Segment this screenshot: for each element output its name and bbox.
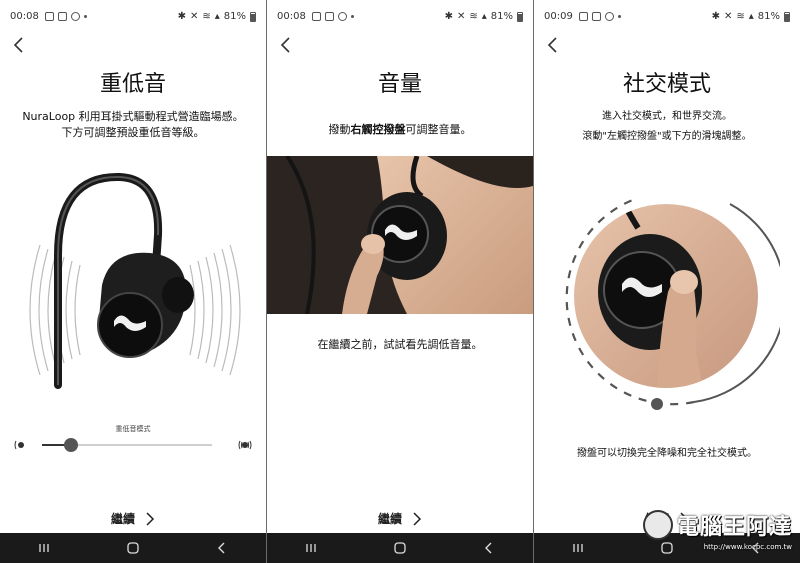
signal-icon: ▴ xyxy=(481,11,487,22)
volume-note: 在繼續之前，試試看先調低音量。 xyxy=(317,338,483,351)
page-title: 重低音 xyxy=(99,72,166,97)
back-nav-button[interactable] xyxy=(482,541,496,555)
phone-screen-social: 00:09 ✱ ✕ ≋ ▴ 81% 社交模式 進入社交模式，和世界交流。 滾動"… xyxy=(534,0,800,563)
battery-percent: 81% xyxy=(223,11,246,22)
home-icon xyxy=(394,542,406,554)
battery-icon xyxy=(250,11,256,22)
home-icon xyxy=(127,542,139,554)
phone-screen-bass: 00:08 ✱ ✕ ≋ ▴ 81% 重低音 NuraLoop 利用耳掛式驅動程式… xyxy=(0,0,266,563)
back-arrow-icon xyxy=(13,37,23,53)
instagram-icon xyxy=(591,12,601,21)
chevron-right-icon xyxy=(146,511,155,526)
description-line-2: 下方可調整預設重低音等級。 xyxy=(61,126,205,139)
status-time: 00:09 xyxy=(544,11,573,22)
recent-apps-icon xyxy=(39,544,49,552)
more-dot-icon xyxy=(617,15,621,18)
description: 進入社交模式，和世界交流。 滾動"左觸控撥盤"或下方的滑塊調整。 xyxy=(534,109,800,145)
instagram-icon xyxy=(57,12,67,21)
home-button[interactable] xyxy=(393,541,407,555)
continue-label: 繼續 xyxy=(110,512,135,526)
home-button[interactable] xyxy=(126,541,140,555)
status-bar: 00:08 ✱ ✕ ≋ ▴ 81% xyxy=(267,0,533,33)
social-note: 撥盤可以切換完全降噪和完全社交模式。 xyxy=(577,448,757,459)
gallery-icon xyxy=(311,12,321,21)
slider-label: 重低音模式 xyxy=(115,425,151,433)
watermark: 電腦王阿達 http://www.kocpc.com.tw xyxy=(642,509,792,551)
description-line-1: NuraLoop 利用耳掛式驅動程式營造臨場感。 xyxy=(22,110,244,123)
wifi-icon: ≋ xyxy=(202,11,211,22)
back-nav-button[interactable] xyxy=(215,541,229,555)
mute-icon: ✕ xyxy=(456,11,466,22)
status-time: 00:08 xyxy=(10,11,39,22)
recent-apps-button[interactable] xyxy=(571,541,585,555)
description: NuraLoop 利用耳掛式驅動程式營造臨場感。 下方可調整預設重低音等級。 xyxy=(0,109,266,141)
wifi-icon: ≋ xyxy=(736,11,745,22)
continue-label: 繼續 xyxy=(377,512,402,526)
gallery-icon xyxy=(578,12,588,21)
facebook-icon xyxy=(604,12,614,21)
description-bold: 右觸控撥盤 xyxy=(350,123,406,136)
description-line-2: 滾動"左觸控撥盤"或下方的滑塊調整。 xyxy=(582,131,752,142)
recent-apps-button[interactable] xyxy=(304,541,318,555)
watermark-mascot-icon xyxy=(642,510,673,540)
page-title: 社交模式 xyxy=(622,72,711,97)
back-nav-icon xyxy=(484,542,492,554)
description-line-1: 進入社交模式，和世界交流。 xyxy=(602,111,732,122)
android-nav-bar xyxy=(0,533,266,563)
signal-icon: ▴ xyxy=(214,11,220,22)
watermark-url: http://www.kocpc.com.tw xyxy=(703,543,792,551)
battery-icon xyxy=(784,11,790,22)
earphone-illustration xyxy=(29,172,241,389)
description-suffix: 可調整音量。 xyxy=(405,123,472,136)
back-arrow-icon xyxy=(547,37,557,53)
dial-handle[interactable] xyxy=(651,398,663,410)
page-title: 音量 xyxy=(377,72,422,97)
android-nav-bar xyxy=(267,533,533,563)
bluetooth-icon: ✱ xyxy=(177,11,186,22)
continue-button[interactable]: 繼續 xyxy=(0,510,266,527)
facebook-icon xyxy=(337,12,347,21)
status-bar: 00:08 ✱ ✕ ≋ ▴ 81% xyxy=(0,0,266,33)
more-dot-icon xyxy=(83,15,87,18)
back-arrow-icon xyxy=(280,37,290,53)
back-button[interactable] xyxy=(546,36,560,54)
recent-apps-icon xyxy=(573,544,583,552)
home-button[interactable] xyxy=(660,541,674,555)
mute-icon: ✕ xyxy=(723,11,733,22)
status-time: 00:08 xyxy=(277,11,306,22)
wifi-icon: ≋ xyxy=(469,11,478,22)
recent-apps-button[interactable] xyxy=(37,541,51,555)
bluetooth-icon: ✱ xyxy=(711,11,720,22)
facebook-icon xyxy=(70,12,80,21)
recent-apps-icon xyxy=(306,544,316,552)
back-button[interactable] xyxy=(12,36,26,54)
more-dot-icon xyxy=(350,15,354,18)
bass-low-icon xyxy=(14,440,24,450)
status-bar: 00:09 ✱ ✕ ≋ ▴ 81% xyxy=(534,0,800,33)
home-icon xyxy=(661,542,673,554)
bluetooth-icon: ✱ xyxy=(444,11,453,22)
continue-button[interactable]: 繼續 xyxy=(267,510,533,527)
signal-icon: ▴ xyxy=(748,11,754,22)
back-button[interactable] xyxy=(279,36,293,54)
gallery-icon xyxy=(44,12,54,21)
description: 撥動右觸控撥盤可調整音量。 xyxy=(267,122,533,138)
bass-slider[interactable] xyxy=(14,438,252,452)
bass-high-icon xyxy=(238,440,252,450)
social-mode-dial[interactable] xyxy=(558,192,780,414)
watermark-text: 電腦王阿達 xyxy=(676,515,792,540)
slider-knob[interactable] xyxy=(64,438,78,452)
mute-icon: ✕ xyxy=(189,11,199,22)
chevron-right-icon xyxy=(413,511,422,526)
ear-photo xyxy=(267,156,533,314)
battery-icon xyxy=(517,11,523,22)
battery-percent: 81% xyxy=(490,11,513,22)
instagram-icon xyxy=(324,12,334,21)
screenshot-collage: 00:08 ✱ ✕ ≋ ▴ 81% 重低音 NuraLoop 利用耳掛式驅動程式… xyxy=(0,0,800,563)
back-nav-icon xyxy=(217,542,225,554)
phone-screen-volume: 00:08 ✱ ✕ ≋ ▴ 81% 音量 撥動右觸控撥盤可調整音量。 在繼續之前… xyxy=(267,0,533,563)
battery-percent: 81% xyxy=(757,11,780,22)
description-prefix: 撥動 xyxy=(328,123,351,136)
